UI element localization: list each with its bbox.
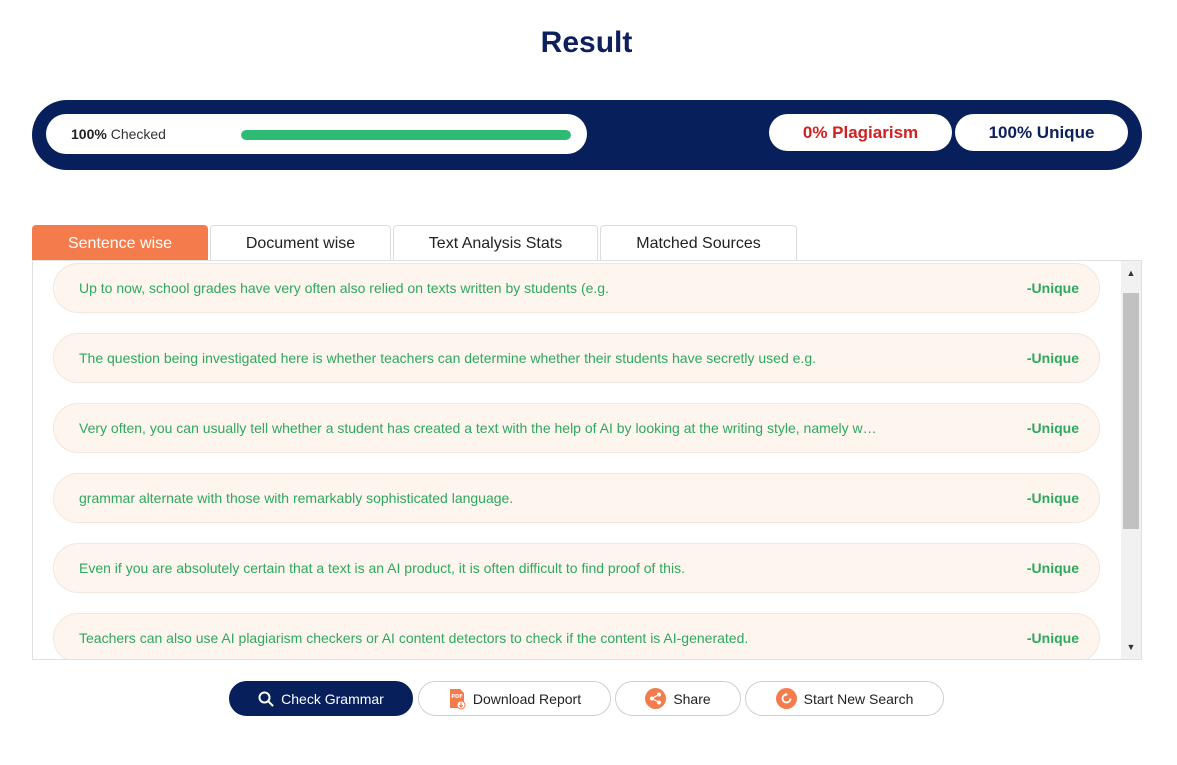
progress-checked-label: Checked xyxy=(110,126,166,142)
share-icon xyxy=(645,688,667,709)
scrollbar-thumb[interactable] xyxy=(1123,293,1139,529)
download-report-label: Download Report xyxy=(472,690,582,707)
check-grammar-label: Check Grammar xyxy=(281,690,384,707)
sentence-status: -Unique xyxy=(1026,280,1079,296)
progress-percent: 100% xyxy=(71,126,107,142)
sentence-text: Very often, you can usually tell whether… xyxy=(79,420,877,436)
tab-sentence-wise[interactable]: Sentence wise xyxy=(32,225,208,261)
sentence-status: -Unique xyxy=(1026,490,1079,506)
unique-badge: 100% Unique xyxy=(955,114,1128,151)
search-icon xyxy=(258,691,274,707)
result-summary-bar: 100% Checked 0% Plagiarism 100% Unique xyxy=(32,100,1142,170)
pdf-download-icon: PDF xyxy=(448,688,466,710)
sentence-status: -Unique xyxy=(1026,350,1079,366)
sentence-row: Even if you are absolutely certain that … xyxy=(53,543,1100,593)
progress-bar xyxy=(241,130,571,140)
sentence-row: grammar alternate with those with remark… xyxy=(53,473,1100,523)
sentence-status: -Unique xyxy=(1026,630,1079,646)
progress-text: 100% Checked xyxy=(71,126,166,142)
share-label: Share xyxy=(673,690,711,707)
share-button[interactable]: Share xyxy=(615,681,741,716)
start-new-search-label: Start New Search xyxy=(803,690,914,707)
tab-text-analysis-stats[interactable]: Text Analysis Stats xyxy=(393,225,598,261)
progress-bar-fill xyxy=(241,130,571,140)
sentence-row: Very often, you can usually tell whether… xyxy=(53,403,1100,453)
sentence-text: Even if you are absolutely certain that … xyxy=(79,560,685,576)
progress-pill: 100% Checked xyxy=(46,114,587,154)
sentence-text: Teachers can also use AI plagiarism chec… xyxy=(79,630,749,646)
sentence-row: Teachers can also use AI plagiarism chec… xyxy=(53,613,1100,659)
sentence-row: The question being investigated here is … xyxy=(53,333,1100,383)
svg-text:PDF: PDF xyxy=(451,694,462,700)
plagiarism-badge: 0% Plagiarism xyxy=(769,114,952,151)
download-report-button[interactable]: PDF Download Report xyxy=(418,681,611,716)
sentence-status: -Unique xyxy=(1026,560,1079,576)
action-buttons: Check Grammar PDF Download Report Share xyxy=(0,681,1177,716)
refresh-icon xyxy=(775,688,797,709)
scroll-up-arrow-icon[interactable]: ▲ xyxy=(1121,263,1141,283)
check-grammar-button[interactable]: Check Grammar xyxy=(229,681,413,716)
scroll-down-arrow-icon[interactable]: ▼ xyxy=(1121,637,1141,657)
sentence-status: -Unique xyxy=(1026,420,1079,436)
page-title: Result xyxy=(540,26,633,59)
results-scrollbar[interactable]: ▲ ▼ xyxy=(1121,261,1141,659)
sentence-results-panel: Up to now, school grades have very often… xyxy=(32,260,1142,660)
sentence-text: grammar alternate with those with remark… xyxy=(79,490,514,506)
sentence-text: The question being investigated here is … xyxy=(79,350,816,366)
tab-document-wise[interactable]: Document wise xyxy=(210,225,391,261)
sentence-text: Up to now, school grades have very often… xyxy=(79,280,609,296)
tab-matched-sources[interactable]: Matched Sources xyxy=(600,225,797,261)
start-new-search-button[interactable]: Start New Search xyxy=(745,681,944,716)
sentence-row: Up to now, school grades have very often… xyxy=(53,263,1100,313)
